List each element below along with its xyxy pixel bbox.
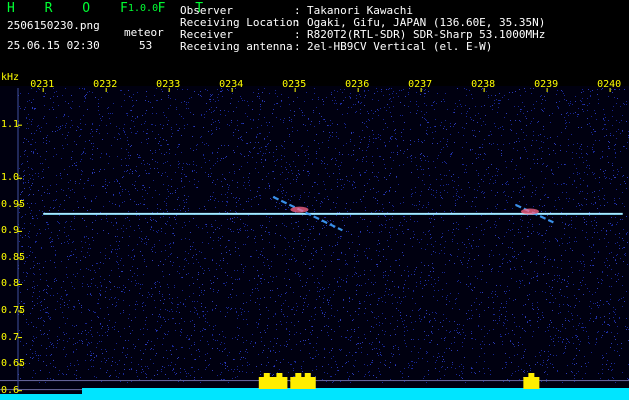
app-version: 1.0.0: [128, 3, 159, 14]
y-tick-label: 0.85: [1, 251, 26, 263]
x-tick-label: 0231: [30, 79, 55, 90]
info-value-antenna: 2el-HB9CV Vertical (el. E-W): [307, 40, 493, 53]
y-tick-label: 0.8: [1, 278, 20, 290]
y-tick-label: 1.1: [1, 119, 20, 131]
meteor-label: meteor: [124, 26, 164, 39]
info-sep: :: [294, 40, 301, 53]
x-tick-label: 0238: [471, 79, 496, 90]
info-key-antenna: Receiving antenna: [180, 40, 293, 53]
level-peak: [299, 377, 316, 389]
level-peak-tip: [263, 373, 270, 378]
hrofft-window: { "app": { "name": "H R O F F T", "versi…: [0, 0, 629, 400]
x-tick-label: 0233: [156, 79, 181, 90]
y-tick-label: 0.6: [1, 384, 20, 396]
plot-background: [0, 86, 629, 400]
level-baseline: [82, 388, 629, 400]
meteor-echo-head: [520, 208, 539, 215]
level-peak-tip: [528, 373, 535, 378]
level-peak-tip: [276, 373, 283, 378]
level-peak: [271, 377, 288, 389]
x-tick-label: 0239: [534, 79, 559, 90]
x-tick-label: 0240: [597, 79, 622, 90]
y-tick-label: 0.65: [1, 358, 26, 370]
meteor-count: 53: [139, 39, 153, 52]
level-peak-tip: [304, 373, 311, 378]
spectrogram-plot: [0, 86, 629, 400]
x-tick-label: 0236: [345, 79, 370, 90]
file-datetime: 25.06.15 02:30: [7, 39, 100, 52]
meteor-echo-head: [290, 206, 309, 213]
y-tick-label: 0.95: [1, 198, 26, 210]
y-tick-label: 0.9: [1, 225, 20, 237]
file-name: 2506150230.png: [7, 19, 100, 32]
y-tick-label: 1.0: [1, 172, 20, 184]
y-tick-label: 0.7: [1, 331, 20, 343]
x-tick-label: 0234: [219, 79, 244, 90]
x-tick-label: 0237: [408, 79, 433, 90]
y-tick-label: 0.75: [1, 305, 26, 317]
level-peak: [523, 377, 540, 389]
x-tick-label: 0235: [282, 79, 307, 90]
y-axis-unit-label: kHz: [1, 72, 20, 83]
x-tick-label: 0232: [93, 79, 118, 90]
